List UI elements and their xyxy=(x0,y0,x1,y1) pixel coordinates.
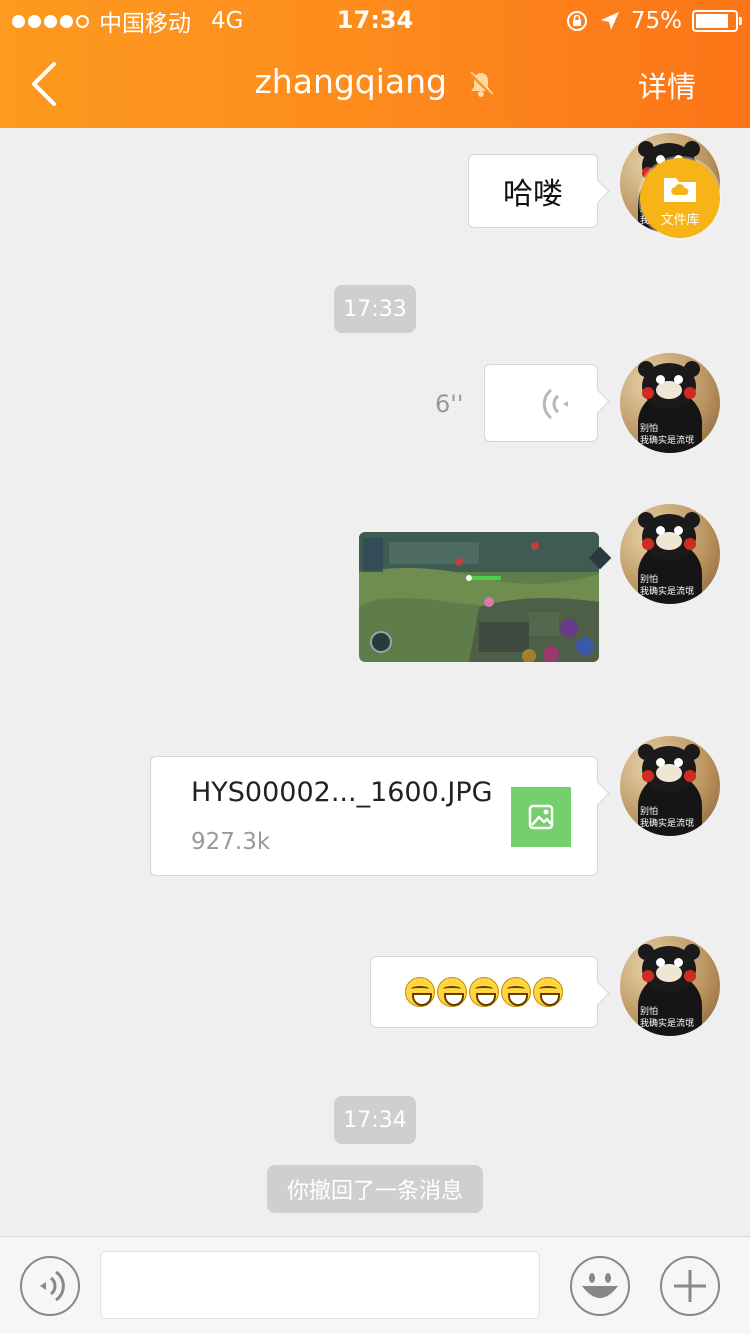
avatar[interactable]: 别怕我确实是流氓 xyxy=(620,936,720,1036)
message-input[interactable] xyxy=(100,1251,540,1319)
message-bubble-voice[interactable] xyxy=(484,364,598,442)
status-bar: 中国移动 4G 17:34 75% xyxy=(0,0,750,40)
file-name: HYS00002..._1600.JPG xyxy=(191,777,493,808)
voice-duration: 6'' xyxy=(435,390,464,418)
grinning-emoji-icon xyxy=(469,977,499,1007)
timestamp-divider: 17:33 xyxy=(334,285,416,333)
avatar-caption: 我确实是流氓 xyxy=(640,1019,695,1029)
message-bubble-emoji[interactable] xyxy=(370,956,598,1028)
add-button[interactable] xyxy=(660,1256,720,1316)
battery-percent: 75% xyxy=(630,8,682,34)
avatar-caption: 别怕 xyxy=(640,807,659,817)
avatar-caption: 别怕 xyxy=(640,1007,659,1017)
grinning-emoji-icon xyxy=(501,977,531,1007)
timestamp-divider: 17:34 xyxy=(334,1096,416,1144)
voice-input-icon xyxy=(40,1270,65,1302)
muted-bell-icon xyxy=(468,70,494,97)
grinning-emoji-icon xyxy=(533,977,563,1007)
voice-wave-icon xyxy=(542,388,568,420)
avatar[interactable]: 别怕我确实是流氓 xyxy=(620,353,720,453)
message-text: 哈喽 xyxy=(503,177,563,212)
plus-icon xyxy=(674,1270,706,1302)
avatar-caption: 我确实是流氓 xyxy=(640,436,695,446)
avatar-caption: 别怕 xyxy=(640,575,659,585)
nav-bar: zhangqiang 详情 xyxy=(0,40,750,128)
avatar-caption: 我确实是流氓 xyxy=(640,819,695,829)
grinning-emoji-icon xyxy=(437,977,467,1007)
voice-input-button[interactable] xyxy=(20,1256,80,1316)
avatar-caption: 我确实是流氓 xyxy=(640,587,695,597)
emoji-button[interactable] xyxy=(570,1256,630,1316)
file-library-label: 文件库 xyxy=(660,213,700,228)
grinning-emoji-icon xyxy=(405,977,435,1007)
file-library-button[interactable]: 文件库 xyxy=(640,158,720,238)
header: 中国移动 4G 17:34 75% zhangqiang 详情 xyxy=(0,0,750,128)
location-arrow-icon xyxy=(600,12,619,30)
message-bubble-file[interactable]: HYS00002..._1600.JPG 927.3k xyxy=(150,756,598,876)
emoji-icon xyxy=(582,1273,618,1298)
image-file-icon xyxy=(511,787,571,847)
folder-cloud-icon xyxy=(664,178,696,202)
orientation-lock-icon xyxy=(566,11,587,31)
chat-title: zhangqiang xyxy=(254,62,448,101)
battery-icon xyxy=(692,10,742,32)
avatar[interactable]: 别怕我确实是流氓 xyxy=(620,736,720,836)
file-size: 927.3k xyxy=(191,829,271,855)
details-button[interactable]: 详情 xyxy=(638,64,696,106)
game-screenshot-image xyxy=(359,532,599,662)
avatar[interactable]: 别怕我确实是流氓 xyxy=(620,504,720,604)
message-bubble-image[interactable] xyxy=(359,532,599,662)
recall-notice: 你撤回了一条消息 xyxy=(267,1165,483,1213)
input-bar xyxy=(0,1236,750,1334)
avatar-caption: 别怕 xyxy=(640,424,659,434)
message-bubble-text[interactable]: 哈喽 xyxy=(468,154,598,228)
